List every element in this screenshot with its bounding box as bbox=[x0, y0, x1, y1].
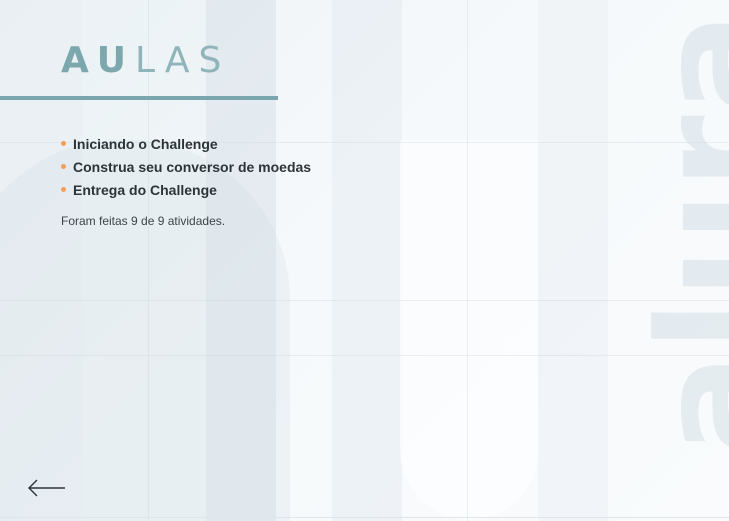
lesson-item[interactable]: Construa seu conversor de moedas bbox=[61, 155, 311, 178]
bullet-icon bbox=[61, 164, 66, 169]
lesson-label: Iniciando o Challenge bbox=[73, 135, 218, 152]
lesson-label: Entrega do Challenge bbox=[73, 181, 217, 198]
arrow-left-icon bbox=[28, 479, 65, 497]
progress-summary: Foram feitas 9 de 9 atividades. bbox=[61, 214, 226, 228]
background-shape bbox=[400, 140, 538, 520]
lesson-label: Construa seu conversor de moedas bbox=[73, 158, 312, 175]
page-title-bold: AU bbox=[61, 40, 135, 81]
page-title: AULAS bbox=[61, 40, 230, 81]
watermark-text: alura bbox=[627, 10, 729, 455]
lesson-item[interactable]: Iniciando o Challenge bbox=[61, 132, 311, 155]
background-gridline bbox=[467, 0, 468, 521]
slide-page: alura AULAS Iniciando o Challenge Constr… bbox=[0, 0, 729, 521]
title-underline bbox=[0, 96, 278, 100]
back-button[interactable] bbox=[26, 476, 68, 500]
background-band bbox=[538, 0, 608, 521]
background-band bbox=[332, 0, 402, 521]
lesson-list: Iniciando o Challenge Construa seu conve… bbox=[61, 132, 311, 201]
footer-divider bbox=[0, 517, 729, 518]
page-title-light: LAS bbox=[135, 40, 231, 81]
lesson-item[interactable]: Entrega do Challenge bbox=[61, 178, 311, 201]
brand-watermark: alura bbox=[599, 0, 729, 521]
bullet-icon bbox=[61, 187, 66, 192]
bullet-icon bbox=[61, 141, 66, 146]
